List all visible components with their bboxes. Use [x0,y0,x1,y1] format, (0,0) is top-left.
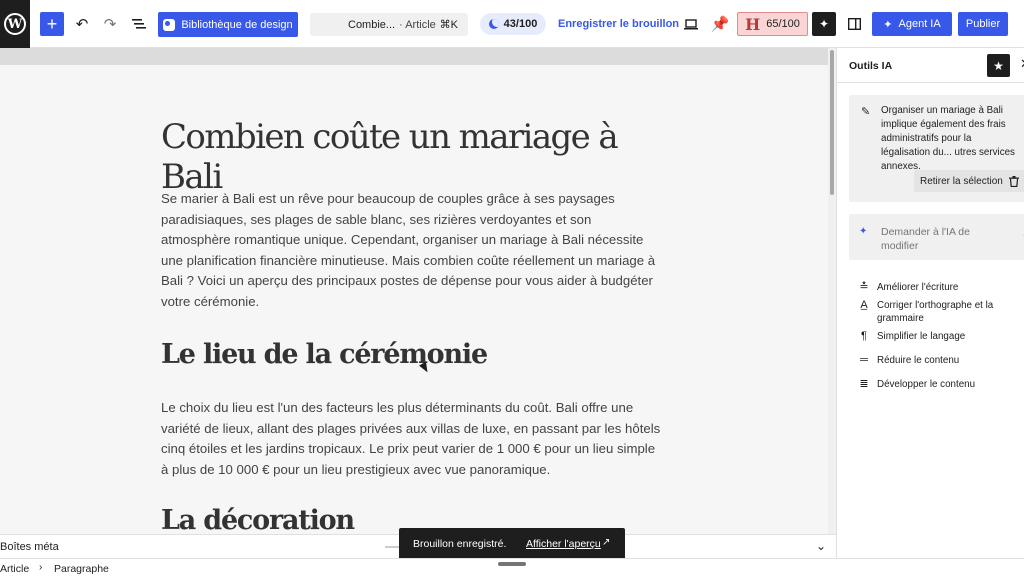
undo-icon: ↶ [75,16,89,33]
editor-toolbar: W + ↶ ↷ Bibliothèque de design Combie...… [0,0,1024,48]
seo-score-button[interactable]: 43/100 [480,13,546,35]
breadcrumb-separator-icon: › [39,562,43,573]
ai-sparkle-icon: ✦ [859,226,868,237]
trash-icon [1008,175,1019,187]
agent-sparkle-icon: ✦ [883,18,893,31]
list-view-icon [132,19,146,29]
design-library-icon [163,18,176,31]
sidebar-title: Outils IA [849,60,893,72]
readability-score-button[interactable]: H 65/100 [737,12,808,36]
tool-expand[interactable]: ≣ Développer le contenu [857,378,1017,391]
tool-fix-spelling[interactable]: A̲ Corriger l'orthographe et la grammair… [857,299,1017,325]
redo-icon: ↷ [103,16,117,33]
spellcheck-icon: A̲ [860,299,868,311]
paragraph-intro[interactable]: Se marier à Bali est un rêve pour beauco… [161,189,661,313]
chevron-down-icon[interactable]: ⌄ [816,539,826,553]
view-preview-link[interactable]: Afficher l'aperçu [526,538,601,550]
document-overview-button[interactable] [127,12,151,36]
ai-agent-button[interactable]: ✦ Agent IA [872,12,952,36]
save-draft-button[interactable]: Enregistrer le brouillon [558,13,679,35]
laptop-icon [684,18,698,29]
sparkle-icon: ✦ [818,17,830,31]
document-type: · Article [399,18,436,31]
pencil-icon: ✎ [861,106,871,118]
readability-h-icon: H [745,14,761,34]
canvas-top-strip [0,48,836,65]
snackbar-message: Brouillon enregistré. [413,538,507,550]
favorite-button[interactable]: ★ [987,54,1010,77]
sidebar-header: Outils IA ★ ✕ [837,48,1024,83]
redo-button[interactable]: ↷ [98,12,122,36]
document-title: Combie... [348,18,396,31]
command-palette-bar[interactable]: Combie... · Article ⌘K [310,13,468,36]
design-library-button[interactable]: Bibliothèque de design [158,12,298,37]
wordpress-logo-icon: W [4,13,26,35]
post-title[interactable]: Combien coûte un mariage à Bali [161,117,681,197]
tool-improve-writing[interactable]: ≛ Améliorer l'écriture [857,281,1017,294]
paragraph-venue[interactable]: Le choix du lieu est l'un des facteurs l… [161,398,661,480]
pin-button[interactable]: 📌 [708,12,732,36]
wordpress-logo-button[interactable]: W [0,0,30,48]
breadcrumb-paragraph[interactable]: Paragraphe [54,563,109,575]
tool-shorten[interactable]: ═ Réduire le contenu [857,354,1017,367]
expand-icon: ≣ [859,378,869,390]
add-block-button[interactable]: + [40,12,64,36]
improve-icon: ≛ [859,281,869,293]
snackbar-notice: Brouillon enregistré. Afficher l'aperçu … [399,528,625,560]
star-icon: ★ [993,58,1004,73]
resize-grip[interactable] [385,546,399,548]
ask-ai-placeholder: Demander à l'IA de modifier [881,226,970,252]
shorten-icon: ═ [860,354,868,366]
scrollbar-thumb[interactable] [830,50,834,195]
pilcrow-icon: ¶ [861,330,867,342]
pin-icon: 📌 [710,16,730,33]
panel-resize-handle[interactable] [498,562,526,566]
clear-selection-button[interactable]: Retirer la sélection [914,170,1024,192]
external-link-icon: ↗ [602,537,611,548]
tool-simplify[interactable]: ¶ Simplifier le langage [857,330,1017,343]
ask-ai-input[interactable]: ✦ Demander à l'IA de modifier → [849,214,1024,260]
editor-canvas-area: Combien coûte un mariage à Bali Se marie… [0,48,836,534]
heading-venue[interactable]: Le lieu de la cérémonie [161,339,488,370]
meta-boxes-label: Boîtes méta [0,541,59,553]
editor-scrollbar[interactable] [828,48,836,534]
breadcrumb-article[interactable]: Article [0,563,29,575]
undo-button[interactable]: ↶ [70,12,94,36]
post-canvas[interactable]: Combien coûte un mariage à Bali Se marie… [0,65,828,534]
ai-tools-sidebar: Outils IA ★ ✕ ✎ Organiser un mariage à B… [836,48,1024,558]
close-icon[interactable]: ✕ [1020,56,1024,72]
ai-tools-toggle[interactable]: ✦ [812,12,836,36]
publish-button[interactable]: Publier [958,12,1008,36]
seo-moon-icon [488,19,499,29]
block-breadcrumb: Article › Paragraphe [0,558,1024,576]
selected-text-card: ✎ Organiser un mariage à Bali implique é… [849,95,1024,202]
heading-decor[interactable]: La décoration [161,505,355,534]
sidebar-icon [847,18,861,30]
shortcut-hint: ⌘K [439,19,458,31]
preview-button[interactable] [679,12,703,36]
selected-text-preview: Organiser un mariage à Bali implique éga… [881,105,1015,172]
settings-sidebar-toggle[interactable] [842,12,866,36]
